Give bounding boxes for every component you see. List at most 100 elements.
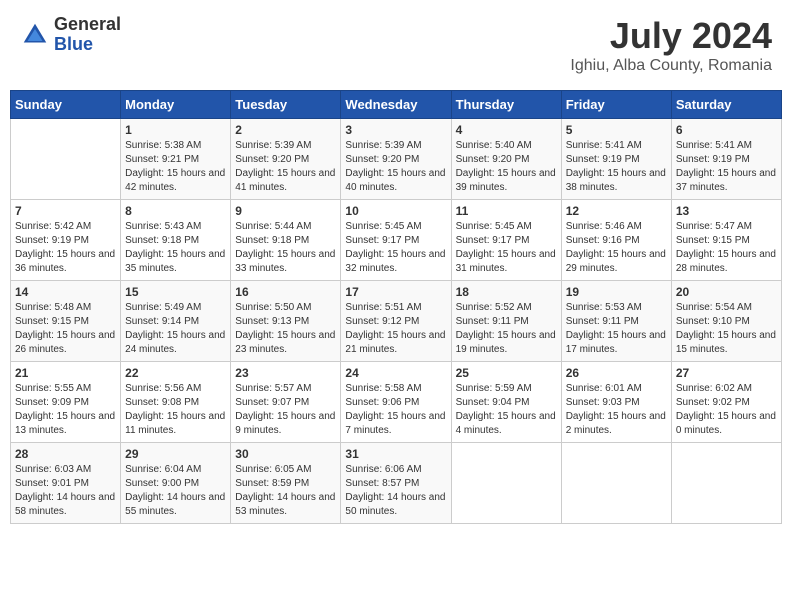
calendar-cell: 12Sunrise: 5:46 AMSunset: 9:16 PMDayligh… bbox=[561, 200, 671, 281]
weekday-header-tuesday: Tuesday bbox=[231, 91, 341, 119]
calendar-body: 1 Sunrise: 5:38 AMSunset: 9:21 PMDaylight… bbox=[11, 119, 782, 524]
calendar-cell: 7 Sunrise: 5:42 AMSunset: 9:19 PMDaylight… bbox=[11, 200, 121, 281]
day-info: Sunrise: 5:44 AMSunset: 9:18 PMDaylight:… bbox=[235, 220, 336, 276]
day-info: Sunrise: 5:58 AMSunset: 9:06 PMDaylight:… bbox=[345, 382, 446, 438]
day-number: 4 bbox=[456, 123, 557, 137]
calendar-cell: 20 Sunrise: 5:54 AMSunset: 9:10 PMDayligh… bbox=[671, 281, 781, 362]
day-number: 3 bbox=[345, 123, 446, 137]
calendar-cell: 29 Sunrise: 6:04 AMSunset: 9:00 PMDayligh… bbox=[121, 443, 231, 524]
day-number: 27 bbox=[676, 366, 777, 380]
day-number: 19 bbox=[566, 285, 667, 299]
calendar-cell: 28 Sunrise: 6:03 AMSunset: 9:01 PMDayligh… bbox=[11, 443, 121, 524]
logo-blue-text: Blue bbox=[54, 35, 121, 55]
day-info: Sunrise: 6:04 AMSunset: 9:00 PMDaylight:… bbox=[125, 463, 226, 519]
day-info: Sunrise: 5:38 AMSunset: 9:21 PMDaylight:… bbox=[125, 139, 226, 195]
weekday-header-wednesday: Wednesday bbox=[341, 91, 451, 119]
calendar-cell: 18 Sunrise: 5:52 AMSunset: 9:11 PMDayligh… bbox=[451, 281, 561, 362]
calendar-cell bbox=[671, 443, 781, 524]
header: General Blue July 2024 Ighiu, Alba Count… bbox=[10, 10, 782, 80]
calendar-week-2: 7 Sunrise: 5:42 AMSunset: 9:19 PMDaylight… bbox=[11, 200, 782, 281]
day-number: 31 bbox=[345, 447, 446, 461]
day-info: Sunrise: 5:40 AMSunset: 9:20 PMDaylight:… bbox=[456, 139, 557, 195]
calendar-cell: 27Sunrise: 6:02 AMSunset: 9:02 PMDayligh… bbox=[671, 362, 781, 443]
logo-icon bbox=[20, 20, 50, 50]
day-number: 15 bbox=[125, 285, 226, 299]
calendar-cell: 13Sunrise: 5:47 AMSunset: 9:15 PMDayligh… bbox=[671, 200, 781, 281]
day-number: 14 bbox=[15, 285, 116, 299]
day-info: Sunrise: 5:53 AMSunset: 9:11 PMDaylight:… bbox=[566, 301, 667, 357]
calendar-cell: 25Sunrise: 5:59 AMSunset: 9:04 PMDayligh… bbox=[451, 362, 561, 443]
calendar-cell: 11Sunrise: 5:45 AMSunset: 9:17 PMDayligh… bbox=[451, 200, 561, 281]
day-info: Sunrise: 6:05 AMSunset: 8:59 PMDaylight:… bbox=[235, 463, 336, 519]
day-info: Sunrise: 6:06 AMSunset: 8:57 PMDaylight:… bbox=[345, 463, 446, 519]
day-number: 26 bbox=[566, 366, 667, 380]
day-number: 29 bbox=[125, 447, 226, 461]
day-number: 5 bbox=[566, 123, 667, 137]
logo: General Blue bbox=[20, 15, 121, 55]
calendar-cell bbox=[11, 119, 121, 200]
day-number: 28 bbox=[15, 447, 116, 461]
day-info: Sunrise: 5:52 AMSunset: 9:11 PMDaylight:… bbox=[456, 301, 557, 357]
calendar-table: SundayMondayTuesdayWednesdayThursdayFrid… bbox=[10, 90, 782, 524]
calendar-week-1: 1 Sunrise: 5:38 AMSunset: 9:21 PMDaylight… bbox=[11, 119, 782, 200]
weekday-header-sunday: Sunday bbox=[11, 91, 121, 119]
day-number: 24 bbox=[345, 366, 446, 380]
calendar-cell: 31 Sunrise: 6:06 AMSunset: 8:57 PMDayligh… bbox=[341, 443, 451, 524]
month-title: July 2024 bbox=[570, 15, 772, 57]
weekday-header-monday: Monday bbox=[121, 91, 231, 119]
weekday-header-thursday: Thursday bbox=[451, 91, 561, 119]
calendar-cell: 9 Sunrise: 5:44 AMSunset: 9:18 PMDaylight… bbox=[231, 200, 341, 281]
calendar-week-4: 21 Sunrise: 5:55 AMSunset: 9:09 PMDayligh… bbox=[11, 362, 782, 443]
calendar-cell: 6 Sunrise: 5:41 AMSunset: 9:19 PMDaylight… bbox=[671, 119, 781, 200]
day-info: Sunrise: 5:55 AMSunset: 9:09 PMDaylight:… bbox=[15, 382, 116, 438]
day-info: Sunrise: 5:39 AMSunset: 9:20 PMDaylight:… bbox=[235, 139, 336, 195]
day-number: 9 bbox=[235, 204, 336, 218]
calendar-cell: 4 Sunrise: 5:40 AMSunset: 9:20 PMDaylight… bbox=[451, 119, 561, 200]
calendar-cell: 22 Sunrise: 5:56 AMSunset: 9:08 PMDayligh… bbox=[121, 362, 231, 443]
day-info: Sunrise: 5:41 AMSunset: 9:19 PMDaylight:… bbox=[676, 139, 777, 195]
day-number: 6 bbox=[676, 123, 777, 137]
day-info: Sunrise: 5:45 AMSunset: 9:17 PMDaylight:… bbox=[456, 220, 557, 276]
day-info: Sunrise: 5:42 AMSunset: 9:19 PMDaylight:… bbox=[15, 220, 116, 276]
calendar-header: SundayMondayTuesdayWednesdayThursdayFrid… bbox=[11, 91, 782, 119]
day-info: Sunrise: 5:45 AMSunset: 9:17 PMDaylight:… bbox=[345, 220, 446, 276]
day-info: Sunrise: 5:56 AMSunset: 9:08 PMDaylight:… bbox=[125, 382, 226, 438]
location-title: Ighiu, Alba County, Romania bbox=[570, 57, 772, 75]
calendar-cell: 24 Sunrise: 5:58 AMSunset: 9:06 PMDayligh… bbox=[341, 362, 451, 443]
day-number: 21 bbox=[15, 366, 116, 380]
day-number: 17 bbox=[345, 285, 446, 299]
calendar-cell: 19 Sunrise: 5:53 AMSunset: 9:11 PMDayligh… bbox=[561, 281, 671, 362]
calendar-cell: 23Sunrise: 5:57 AMSunset: 9:07 PMDayligh… bbox=[231, 362, 341, 443]
day-number: 22 bbox=[125, 366, 226, 380]
day-info: Sunrise: 5:47 AMSunset: 9:15 PMDaylight:… bbox=[676, 220, 777, 276]
day-number: 20 bbox=[676, 285, 777, 299]
calendar-cell: 5Sunrise: 5:41 AMSunset: 9:19 PMDaylight… bbox=[561, 119, 671, 200]
day-info: Sunrise: 6:03 AMSunset: 9:01 PMDaylight:… bbox=[15, 463, 116, 519]
weekday-header-friday: Friday bbox=[561, 91, 671, 119]
calendar-cell: 26 Sunrise: 6:01 AMSunset: 9:03 PMDayligh… bbox=[561, 362, 671, 443]
day-number: 7 bbox=[15, 204, 116, 218]
day-info: Sunrise: 5:48 AMSunset: 9:15 PMDaylight:… bbox=[15, 301, 116, 357]
calendar-cell: 2 Sunrise: 5:39 AMSunset: 9:20 PMDaylight… bbox=[231, 119, 341, 200]
day-number: 18 bbox=[456, 285, 557, 299]
day-info: Sunrise: 5:49 AMSunset: 9:14 PMDaylight:… bbox=[125, 301, 226, 357]
calendar-week-5: 28 Sunrise: 6:03 AMSunset: 9:01 PMDayligh… bbox=[11, 443, 782, 524]
day-info: Sunrise: 6:01 AMSunset: 9:03 PMDaylight:… bbox=[566, 382, 667, 438]
calendar-cell: 21 Sunrise: 5:55 AMSunset: 9:09 PMDayligh… bbox=[11, 362, 121, 443]
day-info: Sunrise: 5:59 AMSunset: 9:04 PMDaylight:… bbox=[456, 382, 557, 438]
calendar-cell: 16Sunrise: 5:50 AMSunset: 9:13 PMDayligh… bbox=[231, 281, 341, 362]
day-number: 23 bbox=[235, 366, 336, 380]
day-info: Sunrise: 5:54 AMSunset: 9:10 PMDaylight:… bbox=[676, 301, 777, 357]
calendar-cell: 30 Sunrise: 6:05 AMSunset: 8:59 PMDayligh… bbox=[231, 443, 341, 524]
calendar-cell: 14 Sunrise: 5:48 AMSunset: 9:15 PMDayligh… bbox=[11, 281, 121, 362]
calendar-cell: 15 Sunrise: 5:49 AMSunset: 9:14 PMDayligh… bbox=[121, 281, 231, 362]
day-number: 10 bbox=[345, 204, 446, 218]
weekday-header-row: SundayMondayTuesdayWednesdayThursdayFrid… bbox=[11, 91, 782, 119]
day-number: 1 bbox=[125, 123, 226, 137]
day-info: Sunrise: 5:46 AMSunset: 9:16 PMDaylight:… bbox=[566, 220, 667, 276]
calendar-cell: 10 Sunrise: 5:45 AMSunset: 9:17 PMDayligh… bbox=[341, 200, 451, 281]
calendar-week-3: 14 Sunrise: 5:48 AMSunset: 9:15 PMDayligh… bbox=[11, 281, 782, 362]
day-number: 30 bbox=[235, 447, 336, 461]
day-number: 8 bbox=[125, 204, 226, 218]
day-number: 2 bbox=[235, 123, 336, 137]
